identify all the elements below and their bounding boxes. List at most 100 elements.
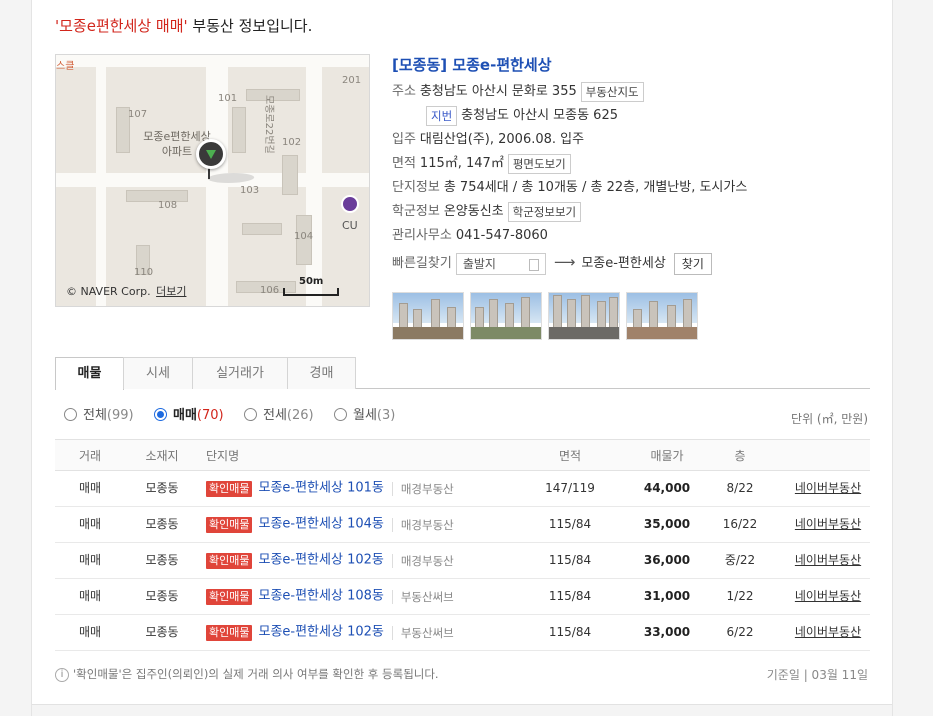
find-route-button[interactable]: 찾기	[673, 252, 712, 275]
radio-count: (99)	[106, 408, 134, 423]
row-deal: 매매	[78, 481, 102, 495]
radio-label: 월세	[353, 408, 377, 423]
row-floor: 8/22	[726, 481, 754, 495]
radio-monthly[interactable]: 월세(3)	[334, 406, 395, 426]
jibun-value: 충청남도 아산시 모종동 625	[461, 108, 618, 123]
location-map[interactable]: 스클 201 107 101 모종로22번길 103 108 104 110 1…	[55, 54, 370, 307]
complex-name-link[interactable]: [모종동] 모종e-편한세상	[392, 54, 872, 80]
table-row[interactable]: 매매 모종동 확인매물 모종e-편한세상 101동 매경부동산 147/119 44,000…	[55, 471, 870, 507]
radio-circle-icon	[64, 408, 77, 421]
radio-circle-icon	[244, 408, 257, 421]
headline: '모종e편한세상 매매' 부동산 정보입니다.	[55, 15, 312, 36]
row-complex-link[interactable]: 모종e-편한세상 101동	[258, 481, 383, 496]
headline-query: '모종e편한세상 매매'	[55, 17, 188, 35]
row-complex-link[interactable]: 모종e-편한세상 108동	[258, 589, 383, 604]
realestate-map-button[interactable]: 부동산지도	[580, 81, 644, 102]
naver-realestate-link[interactable]: 네이버부동산	[795, 517, 861, 531]
row-agent-cell: 네이버부동산	[783, 471, 873, 505]
photo-thumbnail[interactable]	[626, 292, 698, 340]
row-complex: 확인매물 모종e-편한세상 102동 부동산써브	[206, 615, 454, 650]
radio-jeonse[interactable]: 전세(26)	[244, 406, 314, 426]
row-complex: 확인매물 모종e-편한세상 108동 부동산써브	[206, 579, 454, 614]
tab-listings[interactable]: 매물	[55, 357, 124, 390]
school-row: 학군정보 온양동신초 학군정보보기	[392, 200, 872, 224]
row-area: 147/119	[545, 481, 595, 495]
radio-label: 전체	[83, 408, 107, 423]
map-label: 104	[294, 231, 314, 242]
row-agent-cell: 네이버부동산	[783, 579, 873, 613]
map-scale-label: 50m	[299, 276, 324, 287]
naver-realestate-link[interactable]: 네이버부동산	[795, 553, 861, 567]
row-complex-link[interactable]: 모종e-편한세상 104동	[258, 517, 383, 532]
row-price: 31,000	[643, 589, 691, 603]
table-row[interactable]: 매매 모종동 확인매물 모종e-편한세상 104동 매경부동산 115/84 35,000 1…	[55, 507, 870, 543]
radio-count: (70)	[196, 408, 224, 423]
listing-tabs: 매물 시세 실거래가 경매	[55, 357, 870, 390]
radio-sale[interactable]: 매매(70)	[154, 406, 224, 426]
row-complex: 확인매물 모종e-편한세상 102동 매경부동산	[206, 543, 454, 578]
map-road	[96, 55, 106, 306]
info-icon: i	[55, 667, 69, 682]
complex-info: [모종동] 모종e-편한세상 주소 충청남도 아산시 문화로 355 부동산지도 지…	[392, 54, 872, 276]
jibun-row: 지번 충청남도 아산시 모종동 625	[392, 104, 872, 128]
area-key: 면적	[392, 156, 416, 171]
row-area: 115/84	[548, 625, 592, 639]
tab-market-price[interactable]: 시세	[123, 357, 193, 389]
row-deal: 매매	[78, 589, 102, 603]
table-row[interactable]: 매매 모종동 확인매물 모종e-편한세상 108동 부동산써브 115/84 31,000 1…	[55, 579, 870, 615]
move-in-row: 입주 대림산업(주), 2006.08. 입주	[392, 128, 872, 152]
radio-all[interactable]: 전체(99)	[64, 406, 134, 426]
map-label: 107	[128, 109, 148, 120]
row-deal: 매매	[78, 553, 102, 567]
tab-actual-transactions[interactable]: 실거래가	[192, 357, 288, 389]
photo-thumbnail[interactable]	[548, 292, 620, 340]
table-row[interactable]: 매매 모종동 확인매물 모종e-편한세상 102동 매경부동산 115/84 36,000 중…	[55, 543, 870, 579]
row-complex-link[interactable]: 모종e-편한세상 102동	[258, 553, 383, 568]
row-area: 115/84	[548, 517, 592, 531]
school-info-button[interactable]: 학군정보보기	[507, 201, 582, 222]
tab-auction[interactable]: 경매	[287, 357, 356, 389]
row-deal: 매매	[78, 625, 102, 639]
verified-note-text: '확인매물'은 집주인(의뢰인)의 실제 거래 의사 여부를 확인한 후 등록됩…	[73, 667, 439, 681]
unit-label: 단위 (㎡, 만원)	[791, 412, 868, 426]
photo-thumbnail[interactable]	[392, 292, 464, 340]
jibun-badge: 지번	[426, 105, 458, 126]
row-agency: 매경부동산	[391, 517, 454, 532]
map-more-link[interactable]: 더보기	[156, 285, 186, 298]
map-label: 201	[342, 75, 362, 86]
footer-band	[32, 704, 892, 716]
office-key: 관리사무소	[392, 228, 452, 243]
floorplan-button[interactable]: 평면도보기	[507, 153, 571, 174]
school-key: 학군정보	[392, 204, 440, 219]
naver-realestate-link[interactable]: 네이버부동산	[795, 481, 861, 495]
office-phone: 041-547-8060	[455, 228, 548, 243]
move-in-key: 입주	[392, 132, 416, 147]
route-key: 빠른길찾기	[392, 256, 452, 271]
location-pin-icon[interactable]	[196, 139, 226, 169]
map-label: 110	[134, 267, 154, 278]
complex-key: 단지정보	[392, 180, 440, 195]
map-store-label: CU	[342, 219, 358, 232]
radio-label: 전세	[263, 408, 287, 423]
photo-thumbnail[interactable]	[470, 292, 542, 340]
map-label: 102	[282, 137, 302, 148]
row-area: 115/84	[548, 589, 592, 603]
verified-note: i '확인매물'은 집주인(의뢰인)의 실제 거래 의사 여부를 확인한 후 등록…	[55, 666, 439, 682]
address-value: 충청남도 아산시 문화로 355	[419, 84, 577, 99]
row-complex-link[interactable]: 모종e-편한세상 102동	[258, 625, 383, 640]
row-agent-cell: 네이버부동산	[783, 615, 873, 649]
table-header: 거래 소재지 단지명 면적 매물가 층	[55, 439, 870, 471]
map-building	[242, 223, 282, 235]
naver-realestate-link[interactable]: 네이버부동산	[795, 625, 861, 639]
row-agent-cell: 네이버부동산	[783, 543, 873, 577]
route-start-input[interactable]: 출발지	[455, 252, 546, 275]
map-label: 101	[218, 93, 238, 104]
header-location: 소재지	[145, 449, 179, 463]
map-label: 스클	[56, 61, 75, 72]
header-area: 면적	[558, 449, 582, 463]
table-row[interactable]: 매매 모종동 확인매물 모종e-편한세상 102동 부동산써브 115/84 33,000 6…	[55, 615, 870, 651]
naver-realestate-link[interactable]: 네이버부동산	[795, 589, 861, 603]
address-row: 주소 충청남도 아산시 문화로 355 부동산지도	[392, 80, 872, 104]
header-floor: 층	[734, 449, 746, 463]
route-row: 빠른길찾기 출발지 ⟶ 모종e-편한세상 찾기	[392, 248, 872, 276]
